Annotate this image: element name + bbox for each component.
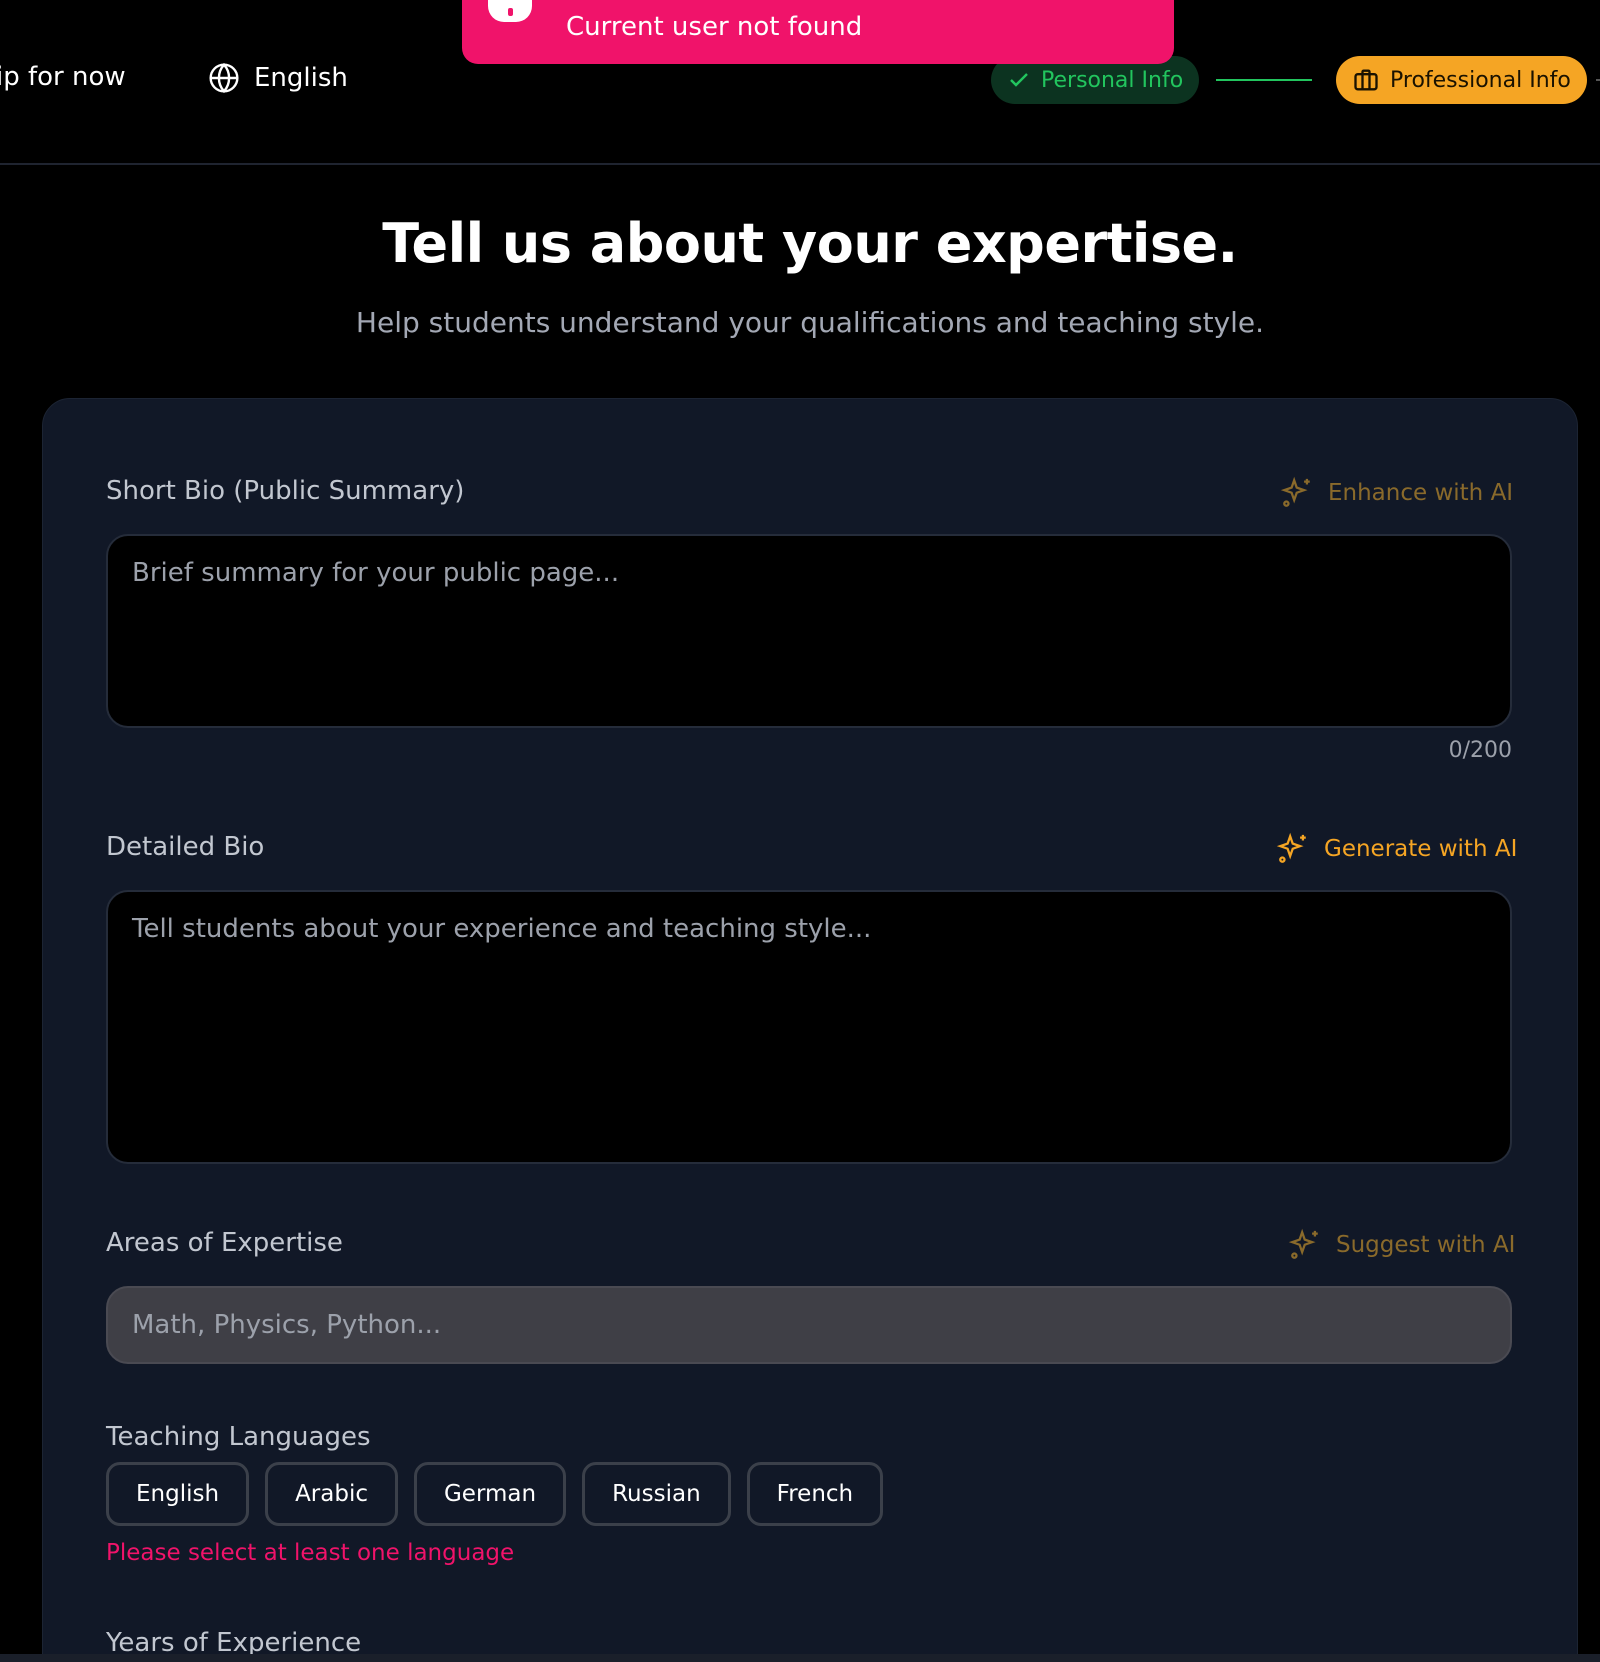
- bottom-bar: [0, 1654, 1600, 1662]
- short-bio-label: Short Bio (Public Summary): [106, 476, 465, 506]
- globe-icon: [209, 62, 239, 94]
- error-toast: Current user not found: [462, 0, 1174, 64]
- enhance-with-ai-label: Enhance with AI: [1328, 480, 1514, 506]
- step-connector: [1216, 79, 1312, 81]
- short-bio-placeholder: Brief summary for your public page...: [132, 558, 620, 588]
- generate-with-ai-label: Generate with AI: [1324, 836, 1518, 862]
- short-bio-textarea[interactable]: Brief summary for your public page...: [106, 534, 1512, 728]
- expertise-label: Areas of Expertise: [106, 1228, 343, 1258]
- expertise-placeholder: Math, Physics, Python...: [132, 1310, 442, 1340]
- language-chip-russian[interactable]: Russian: [582, 1462, 731, 1526]
- short-bio-char-counter: 0/200: [1448, 738, 1512, 763]
- generate-with-ai-button[interactable]: Generate with AI: [1276, 832, 1517, 866]
- step-professional-label: Professional Info: [1390, 67, 1571, 93]
- step-personal-label: Personal Info: [1041, 67, 1184, 93]
- suggest-with-ai-label: Suggest with AI: [1336, 1232, 1516, 1258]
- page-title: Tell us about your expertise.: [382, 212, 1238, 275]
- language-chip-english[interactable]: English: [106, 1462, 250, 1526]
- page-subtitle: Help students understand your qualificat…: [355, 306, 1265, 339]
- sparkles-icon: [1288, 1228, 1318, 1259]
- alert-icon: [488, 0, 532, 22]
- enhance-with-ai-button[interactable]: Enhance with AI: [1280, 476, 1513, 510]
- language-switcher[interactable]: English: [208, 62, 348, 94]
- language-chip-group: English Arabic German Russian French: [106, 1462, 884, 1526]
- language-chip-french[interactable]: French: [746, 1462, 884, 1526]
- step-professional-info[interactable]: Professional Info: [1336, 56, 1587, 104]
- check-icon: [1010, 73, 1028, 87]
- skip-for-now-link[interactable]: ip for now: [0, 62, 126, 92]
- language-label: English: [254, 63, 348, 93]
- language-chip-german[interactable]: German: [413, 1462, 567, 1526]
- detailed-bio-placeholder: Tell students about your experience and …: [132, 914, 872, 944]
- briefcase-icon: [1354, 69, 1378, 91]
- sparkles-icon: [1276, 832, 1306, 863]
- toast-message: Current user not found: [566, 12, 863, 42]
- language-error-message: Please select at least one language: [106, 1540, 515, 1566]
- detailed-bio-textarea[interactable]: Tell students about your experience and …: [106, 890, 1512, 1164]
- teaching-languages-label: Teaching Languages: [106, 1422, 371, 1452]
- step-connector-next: [1596, 79, 1600, 81]
- language-chip-arabic[interactable]: Arabic: [265, 1462, 398, 1526]
- detailed-bio-label: Detailed Bio: [106, 832, 265, 862]
- expertise-input[interactable]: Math, Physics, Python...: [106, 1286, 1512, 1364]
- sparkles-icon: [1280, 476, 1310, 507]
- suggest-with-ai-button[interactable]: Suggest with AI: [1288, 1228, 1515, 1262]
